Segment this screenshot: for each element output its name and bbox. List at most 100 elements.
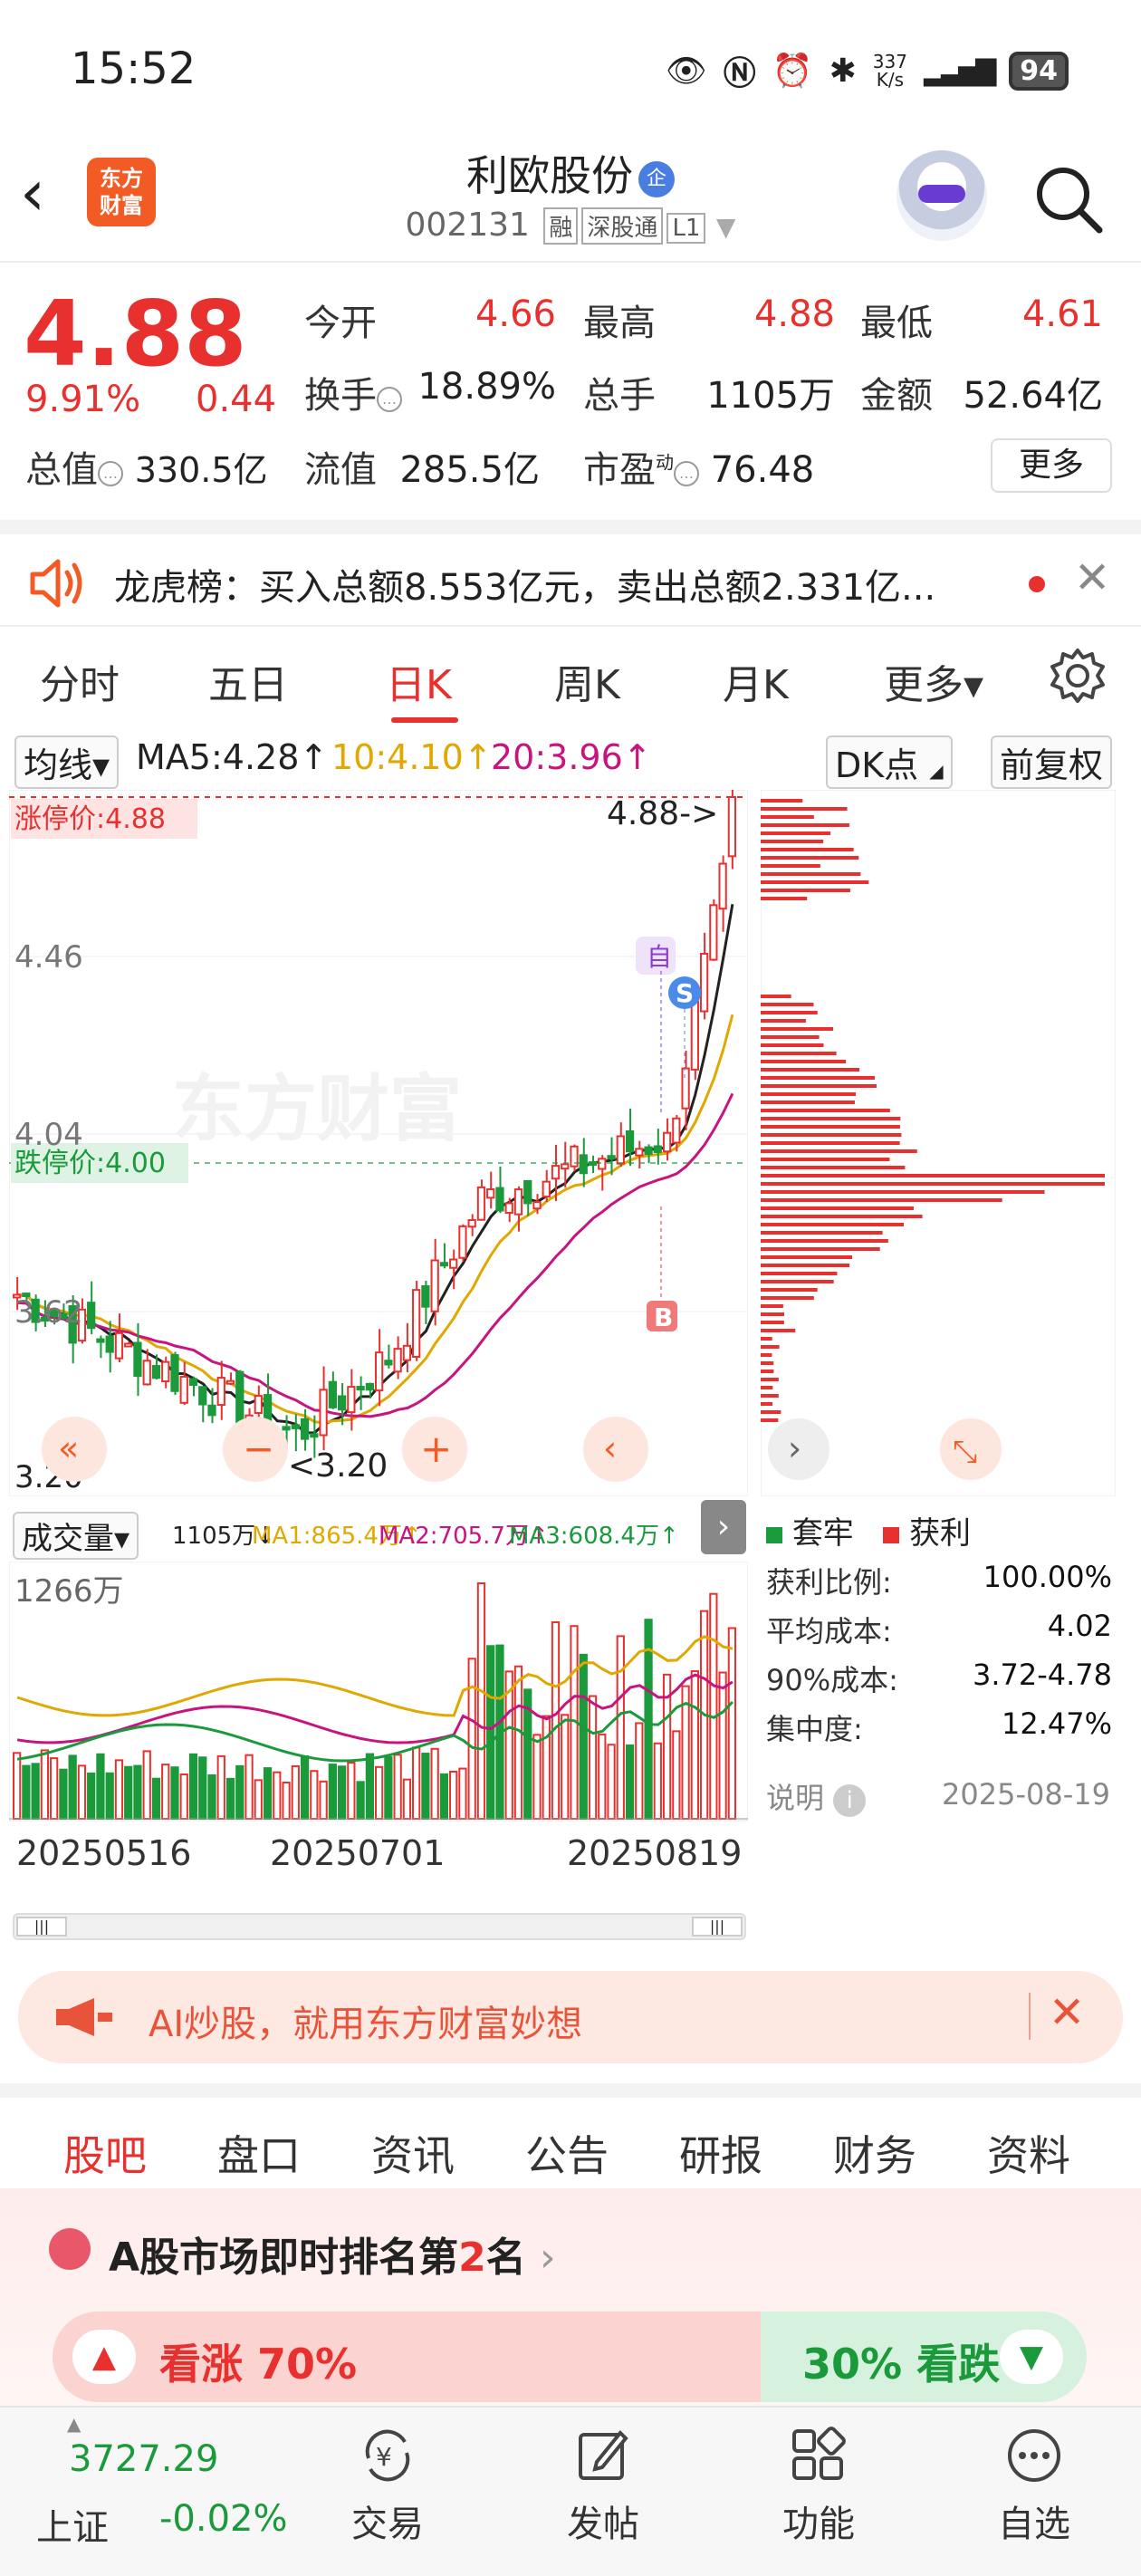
bearish-percent: 30% 看跌	[802, 2340, 1001, 2389]
dk-point-button[interactable]: DK点 ◢	[826, 735, 953, 789]
vote-up-icon[interactable]: ▲	[72, 2330, 136, 2384]
caret-down-icon: ▼	[715, 212, 736, 242]
chip-legend: 套牢 获利	[766, 1508, 971, 1552]
quote-field: 最高 4.88	[583, 293, 846, 346]
zoom-out-icon[interactable]: −	[243, 1427, 274, 1471]
edit-icon	[579, 2430, 628, 2480]
tab-monthly-k[interactable]: 月K	[723, 652, 789, 710]
tab-order-book[interactable]: 盘口	[217, 2123, 301, 2183]
step-left-icon[interactable]: ‹	[603, 1428, 617, 1468]
dragon-tiger-notice[interactable]: 龙虎榜：买入总额8.553亿元，卖出总额2.331亿... ✕	[0, 520, 1141, 620]
scroll-handle-left[interactable]: |||	[16, 1917, 67, 1937]
tab-news[interactable]: 资讯	[371, 2123, 455, 2183]
chip-stat-value: 12.47%	[1001, 1706, 1112, 1741]
tab-research[interactable]: 研报	[679, 2123, 762, 2183]
tab-daily-k[interactable]: 日K	[386, 652, 452, 710]
chip-date: 2025-08-19	[942, 1777, 1110, 1812]
chip-stat-value: 3.72-4.78	[972, 1658, 1112, 1692]
self-select-marker[interactable]: 自	[647, 942, 672, 972]
search-icon[interactable]	[1032, 163, 1105, 235]
zoom-in-icon[interactable]: +	[420, 1427, 452, 1471]
dragon-tiger-text: 龙虎榜：买入总额8.553亿元，卖出总额2.331亿...	[114, 567, 936, 609]
scroll-left-icon[interactable]: «	[58, 1428, 79, 1468]
quote-field-value: 4.61	[1021, 293, 1103, 335]
candlestick-chart[interactable]: 东方财富 涨停价:4.88 跌停价:4.00 4.46 4.04 3.62 3.…	[9, 790, 748, 1496]
change-amount: 0.44	[196, 379, 277, 420]
tab-weekly-k[interactable]: 周K	[554, 652, 620, 710]
index-value[interactable]: 3727.29	[69, 2438, 218, 2480]
clock: 15:52	[71, 43, 197, 94]
tab-intraday[interactable]: 分时	[40, 652, 120, 710]
date-label-start: 20250516	[16, 1833, 192, 1873]
grid-icon	[792, 2427, 846, 2480]
more-dots-icon	[1008, 2429, 1060, 2482]
bottom-bar: ▲ 3727.29 上证 -0.02% ¥ 交易 发帖 功能 自选	[0, 2406, 1141, 2576]
quote-field-label: 换手	[304, 375, 377, 417]
market-cap: 总值… 330.5亿	[25, 449, 268, 491]
status-icons: 👁 Ⓝ ⏰ ✱ 337 K/s ▂▃▅▇ 94	[666, 47, 1069, 94]
unread-dot	[1029, 576, 1045, 592]
volume-legend: 成交量▾ 1105万↓ MA1:865.4万↑ MA2:705.7万↑ MA3:…	[0, 1508, 748, 1560]
ai-assistant-avatar-icon[interactable]	[896, 150, 987, 241]
expand-panel-icon[interactable]: ›	[788, 1428, 801, 1468]
quote-field-label: 最高	[583, 303, 656, 344]
ranking-section[interactable]: A股市场即时排名第2名 › ▲ 看涨 70% 30% 看跌 ▼	[0, 2188, 1141, 2406]
collapse-panel-button[interactable]: ›	[701, 1500, 746, 1554]
buy-marker[interactable]: B	[654, 1302, 673, 1332]
functions-button[interactable]: 功能	[746, 2426, 891, 2547]
tag-connect: 深股通	[581, 207, 664, 245]
quote-field-value: 18.89%	[417, 366, 556, 408]
speaker-icon	[30, 559, 82, 608]
info-icon[interactable]: …	[98, 461, 123, 486]
index-change[interactable]: -0.02%	[159, 2498, 288, 2540]
close-icon[interactable]: ✕	[1074, 553, 1110, 603]
quote-field-label: 今开	[304, 303, 377, 344]
stock-code: 002131	[405, 207, 530, 244]
tab-announcements[interactable]: 公告	[525, 2123, 609, 2183]
adjust-button[interactable]: 前复权	[991, 735, 1113, 789]
info-icon[interactable]: …	[377, 387, 402, 412]
close-icon[interactable]: ✕	[1049, 1987, 1085, 2038]
quote-field-value: 52.64亿	[963, 375, 1103, 417]
tab-profile[interactable]: 资料	[987, 2123, 1070, 2183]
indicator-selector[interactable]: 均线▾	[14, 735, 120, 789]
info-icon[interactable]: …	[674, 461, 699, 486]
post-button[interactable]: 发帖	[531, 2426, 676, 2547]
ma5-value: MA5:4.28↑	[136, 737, 329, 777]
chip-stat-label: 平均成本:	[766, 1614, 892, 1648]
quote-field-label: 总手	[583, 375, 656, 417]
volume-selector[interactable]: 成交量▾	[13, 1512, 139, 1560]
sell-marker[interactable]: S	[676, 978, 694, 1008]
last-price-pointer: 4.88->	[607, 795, 718, 832]
watermark: 东方财富	[172, 1067, 462, 1151]
y-tick-label: 3.62	[14, 1294, 83, 1331]
ranking-title: A股市场即时排名第2名 ›	[109, 2235, 556, 2281]
trade-button[interactable]: ¥ 交易	[315, 2426, 460, 2547]
watchlist-button[interactable]: 自选	[962, 2426, 1107, 2547]
ma20-value: 20:3.96↑	[491, 737, 652, 777]
date-label-mid: 20250701	[270, 1833, 446, 1873]
chip-distribution-chart[interactable]: › ⤡	[761, 790, 1116, 1496]
vote-down-icon[interactable]: ▼	[1000, 2330, 1063, 2384]
volume-chart[interactable]: 1266万	[9, 1562, 748, 1833]
tab-finance[interactable]: 财务	[833, 2123, 916, 2183]
chart-scrollbar[interactable]: ||| |||	[13, 1913, 746, 1940]
stock-header: ‹ 东方 财富 利欧股份企 002131 融深股通 L1 ▼	[0, 136, 1141, 263]
index-name[interactable]: 上证	[36, 2498, 109, 2551]
more-quote-button[interactable]: 更多	[991, 438, 1112, 493]
limit-up-label: 涨停价:4.88	[14, 803, 166, 835]
chip-note[interactable]: 说明 i	[766, 1775, 867, 1817]
ai-banner[interactable]: AI炒股，就用东方财富妙想 ✕	[18, 1971, 1123, 2063]
bullish-percent: 看涨 70%	[159, 2340, 358, 2389]
scroll-handle-right[interactable]: |||	[692, 1917, 743, 1937]
pe-ratio: 市盈动… 76.48	[583, 449, 815, 491]
tab-five-day[interactable]: 五日	[208, 652, 288, 710]
gear-icon[interactable]	[1049, 647, 1107, 705]
quote-field-value: 4.66	[475, 293, 556, 335]
tab-more[interactable]: 更多▾	[884, 652, 983, 710]
fullscreen-icon[interactable]: ⤡	[953, 1434, 977, 1470]
chip-stat-value: 4.02	[1047, 1609, 1112, 1643]
date-label-end: 20250819	[567, 1833, 743, 1873]
tab-forum[interactable]: 股吧	[63, 2123, 147, 2183]
ma10-value: 10:4.10↑	[331, 737, 493, 777]
